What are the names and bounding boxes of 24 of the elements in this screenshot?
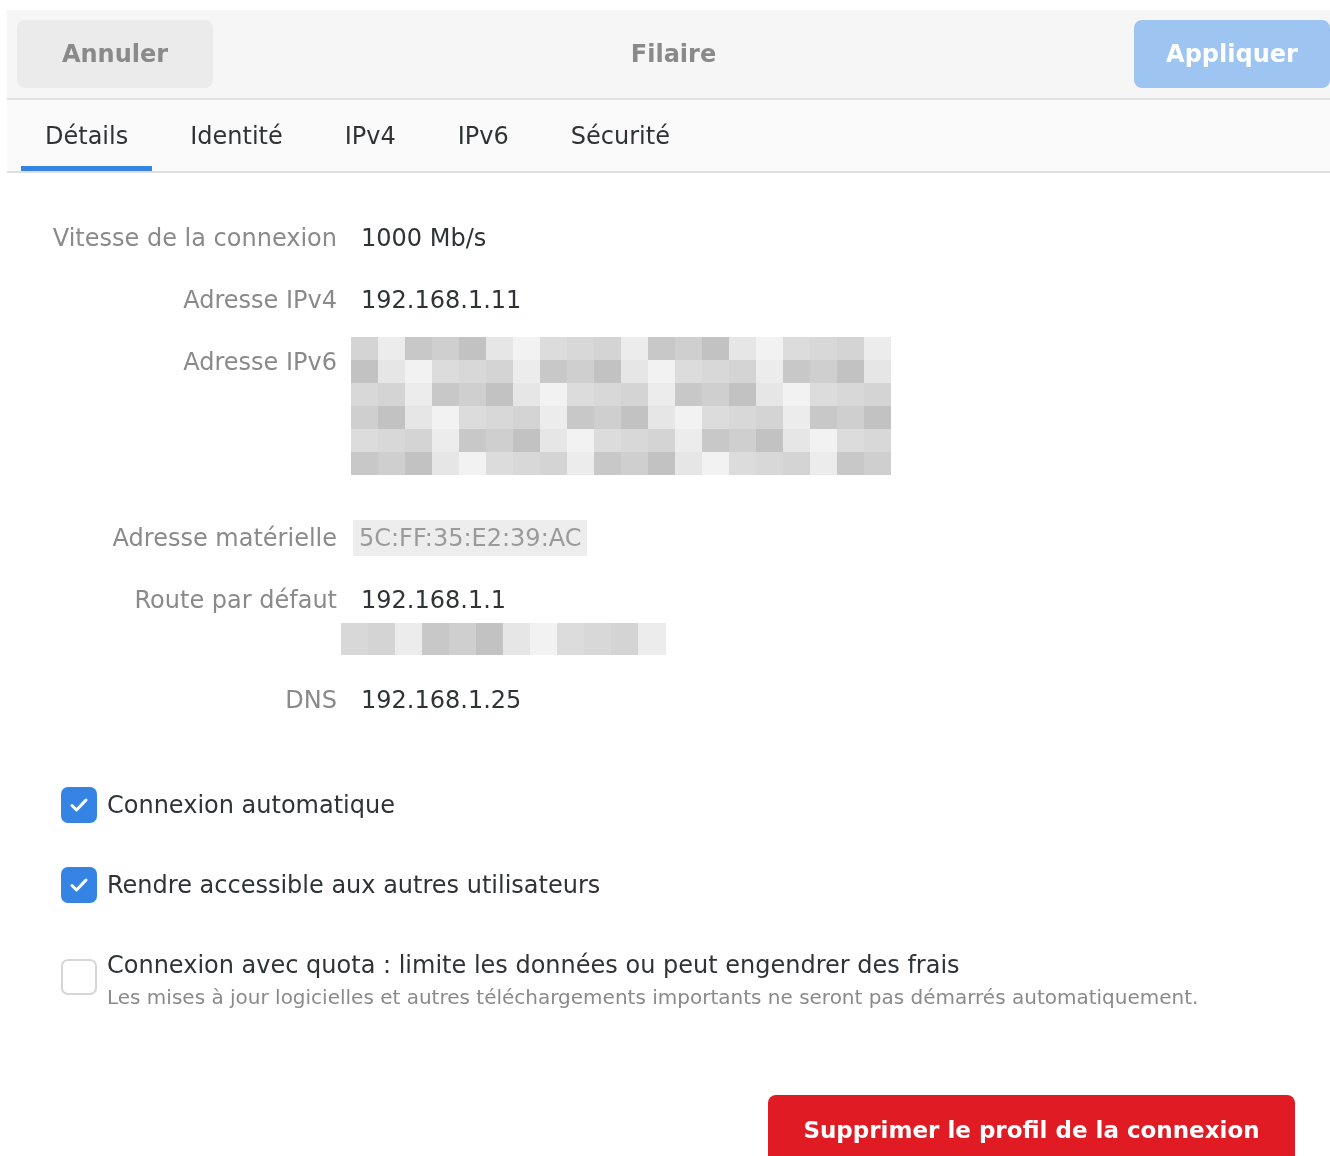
field-label: Route par défaut (133, 585, 337, 615)
checkbox-label: Connexion automatique (107, 790, 395, 821)
field-label: Adresse IPv4 (182, 285, 337, 315)
checkbox[interactable] (61, 867, 97, 903)
checkbox[interactable] (61, 787, 97, 823)
checkbox-label: Rendre accessible aux autres utilisateurs (107, 870, 601, 901)
tab[interactable]: Détails (21, 100, 153, 171)
field-label: Vitesse de la connexion (51, 223, 337, 253)
field-value: 192.168.1.25 (361, 685, 522, 715)
tab[interactable]: IPv6 (433, 100, 533, 171)
field-value: 192.168.1.1 (361, 585, 508, 615)
window-title: Filaire (630, 40, 717, 68)
tab[interactable]: Identité (166, 100, 307, 171)
tab[interactable]: IPv4 (320, 100, 420, 171)
field-label: Adresse IPv6 (182, 347, 337, 377)
checkbox-label: Connexion avec quota : limite les données ou peut engendrer des frais (107, 950, 961, 981)
tab[interactable]: Sécurité (546, 100, 694, 171)
field-value: 5C:FF:35:E2:39:AC (353, 520, 588, 556)
field-label: DNS (284, 685, 337, 715)
field-label: Adresse matérielle (111, 523, 337, 553)
delete-button[interactable]: Supprimer le profil de la connexion (768, 1095, 1295, 1156)
option-description: Les mises à jour logicielles et autres téléchargements importants ne seront pas démarrés automatiquement. (107, 985, 1199, 1009)
field-value: 192.168.1.11 (361, 285, 522, 315)
field-value: 1000 Mb/s (361, 223, 487, 253)
